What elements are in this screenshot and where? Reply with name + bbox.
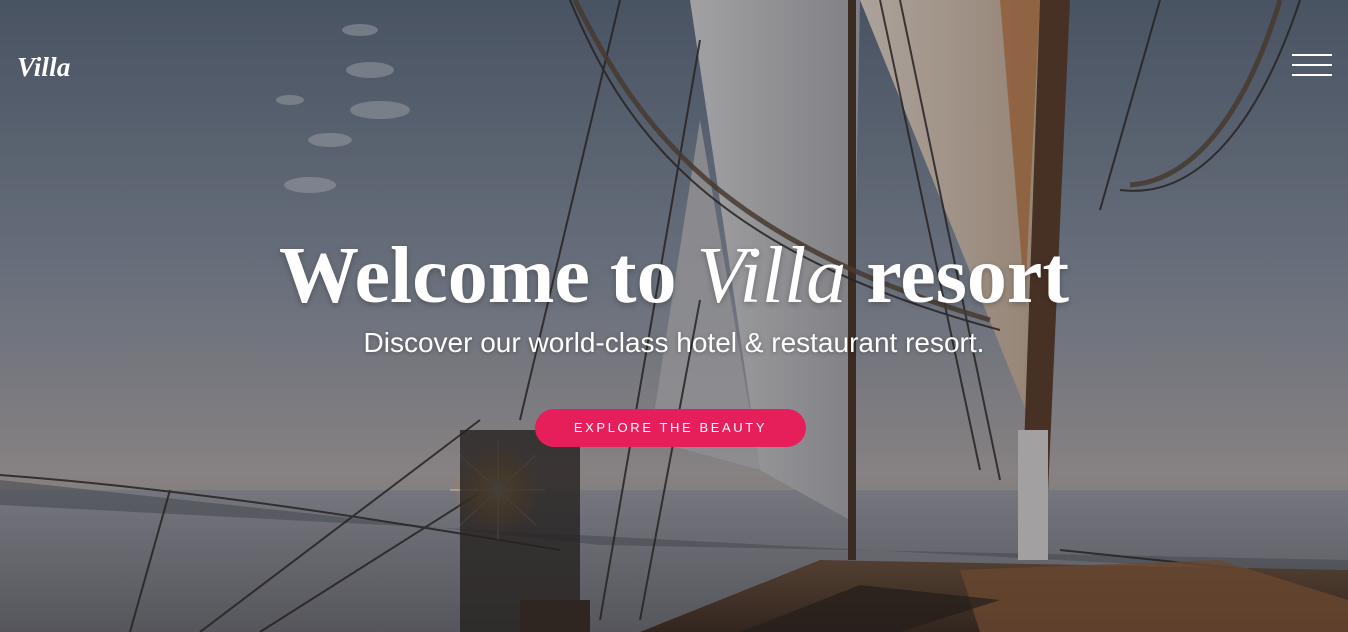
site-logo[interactable]: Villa bbox=[17, 52, 71, 83]
menu-bar-top bbox=[1292, 54, 1332, 56]
hero-subtitle: Discover our world-class hotel & restaur… bbox=[363, 327, 985, 358]
hero-title-prefix: Welcome to bbox=[278, 232, 677, 320]
menu-bar-middle bbox=[1292, 64, 1332, 66]
hero-title-accent: Villa bbox=[696, 232, 847, 320]
hero-content: Welcome to Villa resort Discover our wor… bbox=[0, 228, 1348, 360]
menu-bar-bottom bbox=[1292, 74, 1332, 76]
hamburger-menu-icon[interactable] bbox=[1292, 53, 1334, 77]
hero-title: Welcome to Villa resort bbox=[0, 228, 1348, 324]
hero-section: Villa Welcome to Villa resort Discover o… bbox=[0, 0, 1348, 632]
hero-title-suffix: resort bbox=[866, 232, 1070, 320]
explore-the-beauty-button[interactable]: EXPLORE THE BEAUTY bbox=[535, 409, 806, 447]
